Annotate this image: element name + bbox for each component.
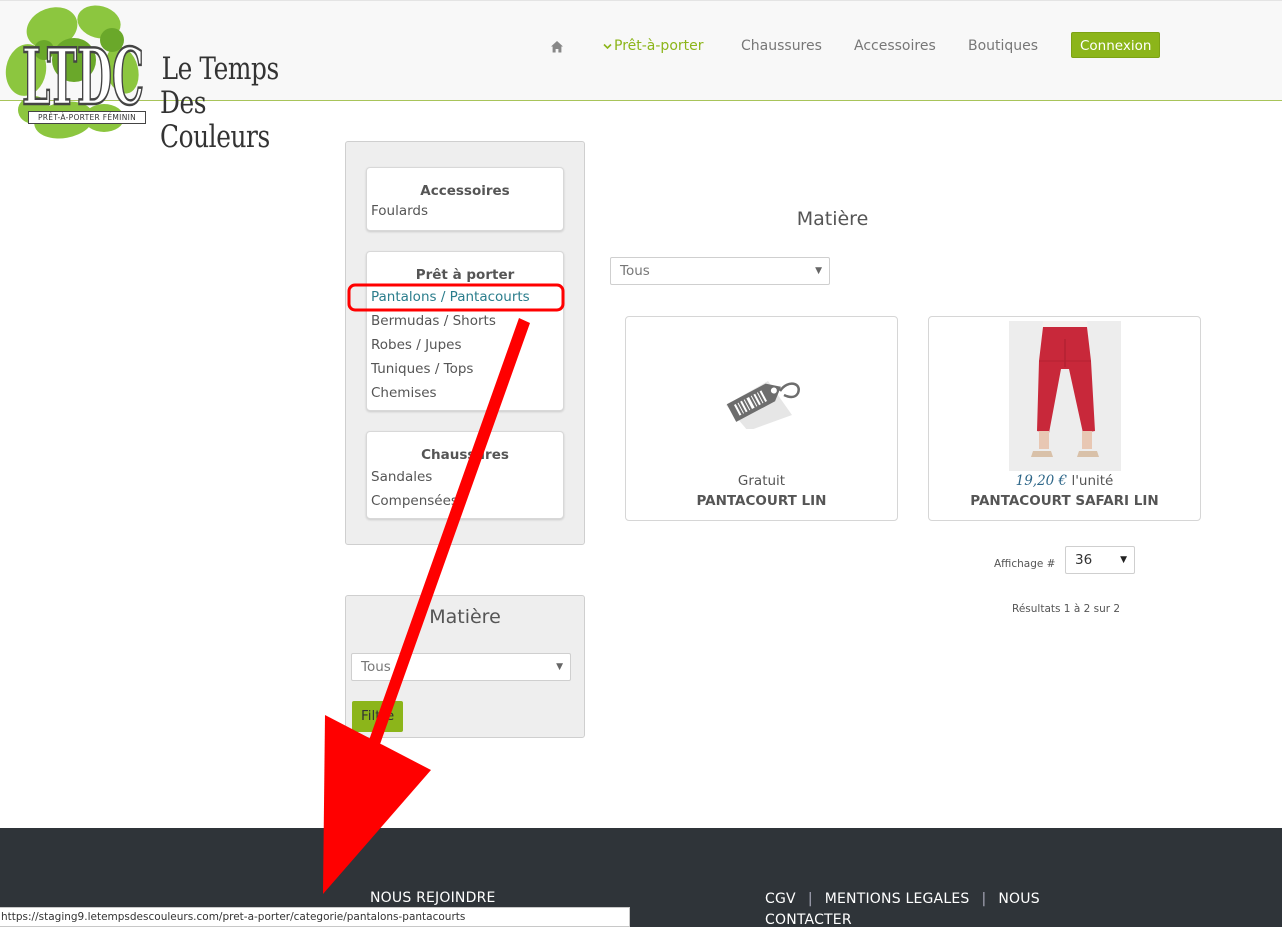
- nav-item-chaussures[interactable]: Chaussures: [741, 34, 822, 58]
- category-box-accessoires: Accessoires Foulards: [366, 167, 564, 231]
- per-page-label: Affichage #: [994, 558, 1056, 570]
- login-button[interactable]: Connexion: [1071, 32, 1161, 58]
- per-page-select[interactable]: 36 ▼: [1065, 546, 1135, 574]
- nav-item-accessoires[interactable]: Accessoires: [854, 34, 936, 58]
- select-value: Tous: [620, 263, 650, 279]
- results-count: Résultats 1 à 2 sur 2: [1012, 603, 1121, 615]
- product-card[interactable]: Gratuit PANTACOURT LIN: [625, 316, 898, 521]
- category-link-tuniques-tops[interactable]: Tuniques / Tops: [367, 357, 563, 381]
- site-logo[interactable]: LTDC Le Temps Des Couleurs PRÊT-À-PORTER…: [4, 0, 316, 154]
- caret-down-icon: ▼: [1120, 555, 1127, 565]
- category-link-robes-jupes[interactable]: Robes / Jupes: [367, 333, 563, 357]
- product-image[interactable]: [1009, 321, 1121, 471]
- category-link-sandales[interactable]: Sandales: [367, 465, 563, 489]
- category-link-bermudas-shorts[interactable]: Bermudas / Shorts: [367, 309, 563, 333]
- home-icon[interactable]: [550, 34, 566, 58]
- nav-item-pret-a-porter[interactable]: Prêt-à-porter: [603, 34, 704, 58]
- select-value: Tous: [361, 659, 391, 675]
- product-card[interactable]: 19,20 € l'unité PANTACOURT SAFARI LIN: [928, 316, 1201, 521]
- footer-link-cgv[interactable]: CGV: [765, 891, 796, 907]
- footer-separator: |: [807, 891, 813, 907]
- category-sidebar: Accessoires Foulards Prêt à porter Panta…: [345, 141, 585, 545]
- category-link-chemises[interactable]: Chemises: [367, 381, 563, 405]
- svg-text:LTDC: LTDC: [22, 32, 144, 123]
- category-title: Prêt à porter: [415, 267, 515, 283]
- category-link-pantalons-pantacourts[interactable]: Pantalons / Pantacourts: [367, 285, 563, 309]
- product-name[interactable]: PANTACOURT SAFARI LIN: [929, 492, 1200, 510]
- footer-separator: |: [981, 891, 987, 907]
- product-price-value: 19,20 €: [1015, 473, 1068, 489]
- category-box-pret-a-porter: Prêt à porter Pantalons / Pantacourts Be…: [366, 251, 564, 411]
- material-select-sidebar[interactable]: Tous ▼: [351, 653, 571, 681]
- logo-flower-graphic: LTDC: [5, 5, 145, 139]
- category-link-compensees[interactable]: Compensées: [367, 489, 563, 513]
- chevron-down-icon: [603, 34, 614, 58]
- select-value: 36: [1075, 552, 1093, 568]
- browser-status-url: https://staging9.letempsdescouleurs.com/…: [0, 907, 630, 927]
- caret-down-icon: ▼: [556, 662, 563, 672]
- product-price: Gratuit: [737, 473, 786, 489]
- nav-item-label: Prêt-à-porter: [614, 38, 704, 54]
- product-name[interactable]: PANTACOURT LIN: [626, 492, 897, 510]
- product-price: 19,20 € l'unité: [929, 472, 1200, 490]
- filter-title: Matière: [429, 606, 501, 628]
- material-select-main[interactable]: Tous ▼: [610, 257, 830, 285]
- nav-item-boutiques[interactable]: Boutiques: [968, 34, 1038, 58]
- filter-button[interactable]: Filtre: [352, 701, 404, 732]
- sidebar-filter-panel: Matière Tous ▼ Filtre: [345, 595, 585, 738]
- logo-name: Le Temps Des Couleurs: [160, 52, 285, 154]
- caret-down-icon: ▼: [815, 266, 822, 276]
- category-title: Chaussures: [421, 447, 509, 463]
- category-title: Accessoires: [420, 183, 510, 199]
- price-tag-icon: [726, 381, 800, 429]
- main-filter-title: Matière: [796, 208, 869, 230]
- product-price-unit: l'unité: [1071, 473, 1114, 489]
- category-box-chaussures: Chaussures Sandales Compensées: [366, 431, 564, 519]
- footer-link-mentions[interactable]: MENTIONS LEGALES: [825, 891, 970, 907]
- logo-name-line2: Des Couleurs: [160, 85, 270, 155]
- footer-join-link[interactable]: NOUS REJOINDRE: [370, 889, 496, 907]
- category-link-foulards[interactable]: Foulards: [367, 201, 563, 221]
- logo-tagline: PRÊT-À-PORTER FÉMININ: [28, 111, 146, 124]
- logo-name-line1: Le Temps: [161, 51, 280, 87]
- footer-links: CGV | MENTIONS LEGALES | NOUS CONTACTER: [765, 889, 1075, 927]
